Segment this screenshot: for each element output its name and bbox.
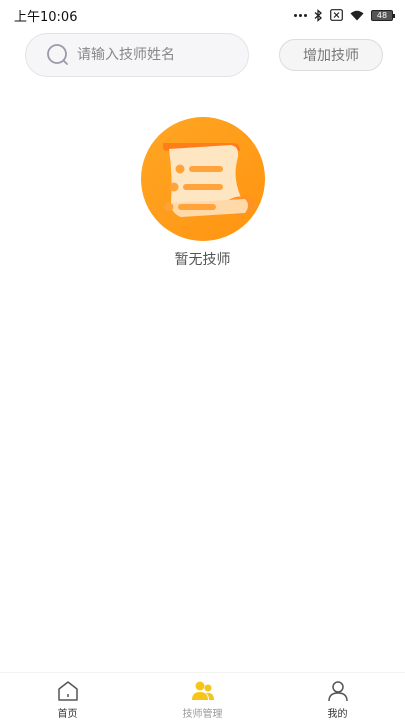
home-icon xyxy=(57,681,78,701)
status-icons: 48 xyxy=(294,8,395,22)
tab-technician-management[interactable]: 技师管理 xyxy=(135,673,270,720)
users-icon xyxy=(191,681,214,700)
more-dots-icon xyxy=(294,13,307,17)
search-row: 增加技师 xyxy=(25,33,383,77)
scroll-document-icon xyxy=(140,117,265,241)
tab-mine-label: 我的 xyxy=(327,709,348,720)
status-time: 上午10:06 xyxy=(14,9,78,25)
tab-home-label: 首页 xyxy=(57,709,78,720)
search-input[interactable] xyxy=(77,40,242,70)
user-icon xyxy=(327,681,348,702)
tab-mine[interactable]: 我的 xyxy=(270,673,405,720)
search-icon xyxy=(47,44,68,65)
bluetooth-icon xyxy=(314,8,322,22)
empty-state: 暂无技师 xyxy=(0,117,405,269)
bottom-tabbar: 首页 技师管理 我的 xyxy=(0,672,405,720)
wifi-icon xyxy=(350,10,364,20)
search-box[interactable] xyxy=(25,33,249,77)
sim-disabled-icon xyxy=(330,9,343,21)
add-technician-button[interactable]: 增加技师 xyxy=(279,39,383,71)
tab-home[interactable]: 首页 xyxy=(0,673,135,720)
empty-message: 暂无技师 xyxy=(174,252,231,268)
battery-icon: 48 xyxy=(371,9,395,21)
status-bar: 上午10:06 48 xyxy=(0,0,405,30)
tab-technician-label: 技师管理 xyxy=(182,709,223,720)
